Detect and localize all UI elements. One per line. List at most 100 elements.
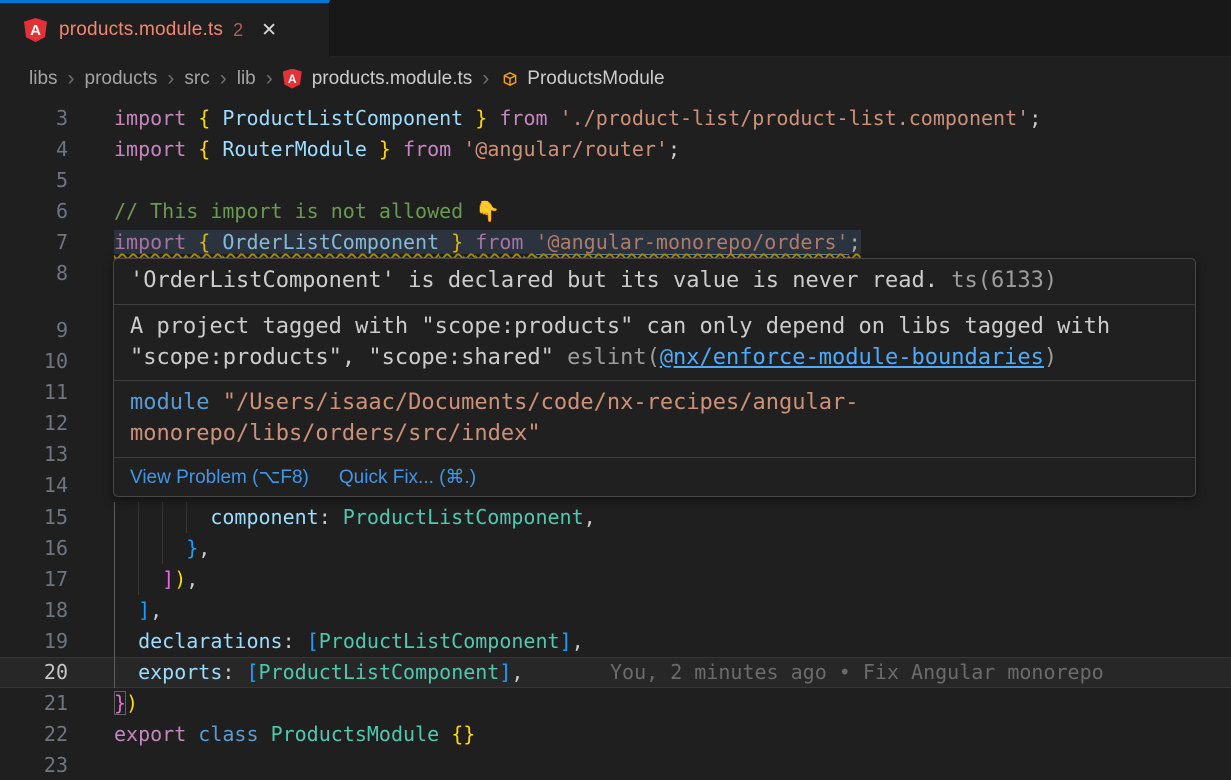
code-token: ; — [849, 230, 861, 254]
indent-guide — [162, 533, 163, 564]
line-number[interactable]: 14 — [0, 470, 68, 501]
line-number[interactable]: 6 — [0, 196, 68, 227]
code-line-15[interactable]: 15 component: ProductListComponent, — [0, 502, 1231, 533]
line-number[interactable]: 9 — [0, 315, 68, 346]
indent-guide — [114, 564, 115, 595]
indent-guide — [138, 533, 139, 564]
code-token: './product-list/product-list.component' — [560, 106, 1030, 130]
tab-title: products.module.ts — [59, 19, 223, 41]
breadcrumb-item-file[interactable]: products.module.ts — [312, 68, 473, 90]
close-icon[interactable]: ✕ — [261, 19, 277, 42]
line-number[interactable]: 16 — [0, 533, 68, 564]
code-token: { — [198, 230, 222, 254]
chevron-right-icon: › — [167, 68, 174, 89]
indent-guide — [138, 502, 139, 533]
code-line-4[interactable]: 4import { RouterModule } from '@angular/… — [0, 134, 1231, 165]
code-token: // This import is not allowed — [114, 199, 475, 223]
code-line-18[interactable]: 18 ], — [0, 595, 1231, 626]
line-number[interactable]: 18 — [0, 595, 68, 626]
line-number[interactable]: 23 — [0, 750, 68, 780]
breadcrumb-item-lib[interactable]: lib — [237, 68, 256, 90]
class-symbol-icon — [501, 70, 519, 88]
code-line-22[interactable]: 22export class ProductsModule {} — [0, 719, 1231, 750]
line-number[interactable]: 5 — [0, 165, 68, 196]
breadcrumb-item-src[interactable]: src — [184, 68, 209, 90]
indent-guide — [114, 657, 115, 688]
code-token: 👇 — [475, 199, 500, 223]
code-line-17[interactable]: 17 ]), — [0, 564, 1231, 595]
code-line-content: declarations: [ProductListComponent], — [68, 626, 1231, 657]
breadcrumb-item-products[interactable]: products — [85, 68, 158, 90]
code-line-3[interactable]: 3import { ProductListComponent } from '.… — [0, 103, 1231, 134]
line-number[interactable]: 11 — [0, 377, 68, 408]
code-token: class — [198, 722, 258, 746]
chevron-right-icon: › — [482, 68, 489, 89]
line-number[interactable]: 21 — [0, 688, 68, 719]
code-line-content: ]), — [68, 564, 1231, 595]
code-token — [451, 137, 463, 161]
line-number[interactable]: 12 — [0, 408, 68, 439]
code-token — [523, 230, 535, 254]
code-token — [186, 230, 198, 254]
code-token — [463, 230, 475, 254]
module-path-line1: module "/Users/isaac/Documents/code/nx-r… — [130, 387, 1179, 418]
hover-popup: 'OrderListComponent' is declared but its… — [113, 258, 1196, 497]
code-line-content — [68, 165, 1231, 196]
code-token — [186, 106, 198, 130]
code-line-6[interactable]: 6 // This import is not allowed 👇 — [0, 196, 1231, 227]
tab-products-module[interactable]: A products.module.ts 2 ✕ — [0, 0, 330, 57]
code-line-20[interactable]: 20 exports: [ProductListComponent],You, … — [0, 657, 1231, 688]
code-token: from — [403, 137, 451, 161]
eslint-rule-link[interactable]: @nx/enforce-module-boundaries — [660, 345, 1044, 370]
code-token: ProductsModule — [271, 722, 440, 746]
code-token: '@angular-monorepo/orders' — [536, 230, 849, 255]
code-token: import — [114, 230, 186, 254]
code-line-content: }, — [68, 533, 1231, 564]
code-line-7[interactable]: 7 import { OrderListComponent } from '@an… — [0, 227, 1231, 258]
line-number[interactable]: 10 — [0, 346, 68, 377]
code-line-content: }) — [68, 688, 1231, 719]
module-path-line2: monorepo/libs/orders/src/index" — [130, 418, 1179, 449]
chevron-right-icon: › — [266, 68, 273, 89]
code-token — [114, 660, 138, 684]
code-token: ] — [499, 660, 511, 684]
line-number[interactable]: 13 — [0, 439, 68, 470]
code-token: ; — [668, 137, 680, 161]
error-squiggle-range[interactable]: import { OrderListComponent } from '@ang… — [114, 230, 861, 254]
line-number[interactable]: 20 — [0, 657, 68, 688]
line-number[interactable]: 19 — [0, 626, 68, 657]
code-line-19[interactable]: 19 declarations: [ProductListComponent], — [0, 626, 1231, 657]
code-editor[interactable]: 3import { ProductListComponent } from '.… — [0, 100, 1231, 780]
code-line-21[interactable]: 21}) — [0, 688, 1231, 719]
eslint-source-close: ) — [1044, 345, 1057, 370]
breadcrumb-item-libs[interactable]: libs — [29, 68, 58, 90]
line-number[interactable]: 17 — [0, 564, 68, 595]
code-token: export — [114, 722, 186, 746]
line-number[interactable]: 22 — [0, 719, 68, 750]
code-token — [186, 137, 198, 161]
line-number[interactable]: 15 — [0, 502, 68, 533]
code-line-content: component: ProductListComponent, — [68, 502, 1231, 533]
quick-fix-action[interactable]: Quick Fix... (⌘.) — [339, 466, 476, 489]
code-token — [114, 629, 138, 653]
code-token — [487, 106, 499, 130]
indent-guide — [114, 533, 115, 564]
line-number[interactable]: 3 — [0, 103, 68, 134]
code-token: [ — [307, 629, 319, 653]
code-line-5[interactable]: 5 — [0, 165, 1231, 196]
line-number[interactable]: 4 — [0, 134, 68, 165]
module-path-text1: "/Users/isaac/Documents/code/nx-recipes/… — [223, 390, 859, 415]
view-problem-action[interactable]: View Problem (⌥F8) — [130, 466, 309, 489]
breadcrumb-item-symbol[interactable]: ProductsModule — [527, 68, 664, 90]
module-keyword: module — [130, 390, 209, 415]
line-number[interactable]: 7 — [0, 227, 68, 258]
hover-eslint-diagnostic: A project tagged with "scope:products" c… — [114, 304, 1195, 380]
chevron-right-icon: › — [68, 68, 75, 89]
code-line-23[interactable]: 23 — [0, 750, 1231, 780]
code-line-16[interactable]: 16 }, — [0, 533, 1231, 564]
angular-icon: A — [24, 18, 47, 42]
code-line-content — [68, 750, 1231, 780]
eslint-source-open: eslint( — [567, 345, 660, 370]
code-token: { — [198, 137, 222, 161]
line-number[interactable]: 8 — [0, 258, 68, 289]
